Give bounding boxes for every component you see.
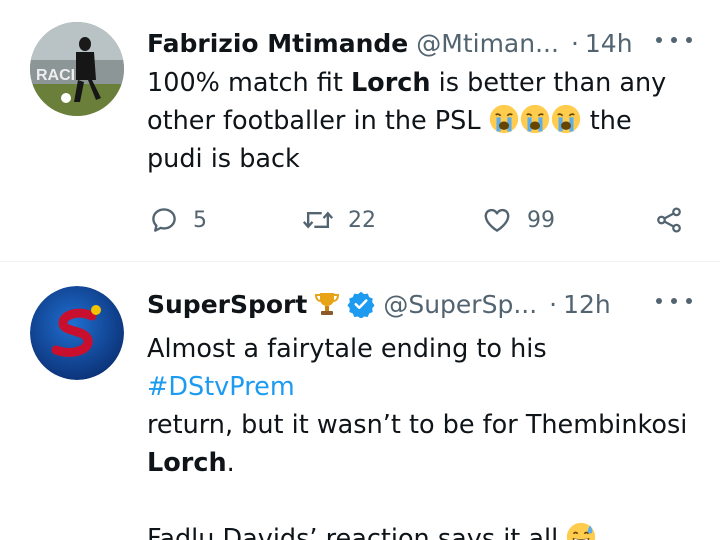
grinning-sweat-emoji-icon <box>567 522 596 540</box>
text-segment: . <box>226 448 235 478</box>
text-segment: pudi is back <box>147 144 300 174</box>
hashtag-link[interactable]: #DStvPrem <box>147 372 295 402</box>
text-segment: return, but it wasn’t to be for Thembink… <box>147 410 688 440</box>
more-options-icon[interactable] <box>656 28 692 52</box>
like-button[interactable]: 99 <box>481 200 555 240</box>
verified-icon[interactable] <box>347 290 375 318</box>
author-name[interactable]: SuperSport <box>147 290 307 319</box>
retweet-count: 22 <box>348 207 376 233</box>
like-count: 99 <box>527 207 555 233</box>
crying-face-emoji-icon <box>551 104 580 134</box>
tweet-time[interactable]: 14h <box>585 29 633 58</box>
reply-icon <box>152 208 176 232</box>
tweet-text: Almost a fairytale ending to his #DStvPr… <box>147 330 697 540</box>
tweet-header: Fabrizio Mtimande @Mtiman... · 14h <box>147 26 633 60</box>
retweet-icon <box>302 211 334 229</box>
tweet-text: 100% match fit Lorch is better than any … <box>147 64 697 178</box>
supersport-logo-icon <box>30 286 124 380</box>
author-handle[interactable]: @SuperSp... <box>383 290 537 319</box>
text-segment: is better than any <box>430 68 667 98</box>
crying-face-emoji-icon <box>489 104 518 134</box>
text-segment: other footballer in the PSL <box>147 106 489 136</box>
tweet-fabrizio[interactable]: RACI Fabrizio Mtimande @Mtiman... · 14h … <box>0 0 720 262</box>
text-bold-lorch: Lorch <box>147 448 227 478</box>
trophy-icon <box>313 290 341 318</box>
text-bold-lorch: Lorch <box>350 68 431 98</box>
avatar-banner-text: RACI <box>36 67 75 84</box>
text-segment: the <box>581 106 632 136</box>
avatar-photo-icon: RACI <box>30 22 124 116</box>
author-name[interactable]: Fabrizio Mtimande <box>147 29 408 58</box>
text-segment: Almost a fairytale ending to his <box>147 334 547 364</box>
tweet-actions: 5 22 99 <box>147 200 692 240</box>
reply-count: 5 <box>193 207 207 233</box>
retweet-button[interactable]: 22 <box>302 200 376 240</box>
share-button[interactable] <box>653 200 685 240</box>
avatar-fabrizio[interactable]: RACI <box>30 22 124 116</box>
text-segment: Fadlu Davids’ reaction says it all <box>147 524 567 540</box>
share-icon <box>657 207 681 233</box>
crying-face-emoji-icon <box>520 104 549 134</box>
tweet-time[interactable]: 12h <box>563 290 611 319</box>
tweet-supersport[interactable]: SuperSport @SuperSp... · 12h Almost a fa… <box>0 263 720 540</box>
separator-dot: · <box>570 28 579 58</box>
text-segment: 100% match fit <box>147 68 351 98</box>
author-handle[interactable]: @Mtiman... <box>416 29 559 58</box>
more-options-icon[interactable] <box>656 289 692 313</box>
heart-icon <box>484 208 510 232</box>
avatar-supersport[interactable] <box>30 286 124 380</box>
tweet-header: SuperSport @SuperSp... · 12h <box>147 287 611 321</box>
reply-button[interactable]: 5 <box>149 200 207 240</box>
separator-dot: · <box>549 289 558 319</box>
